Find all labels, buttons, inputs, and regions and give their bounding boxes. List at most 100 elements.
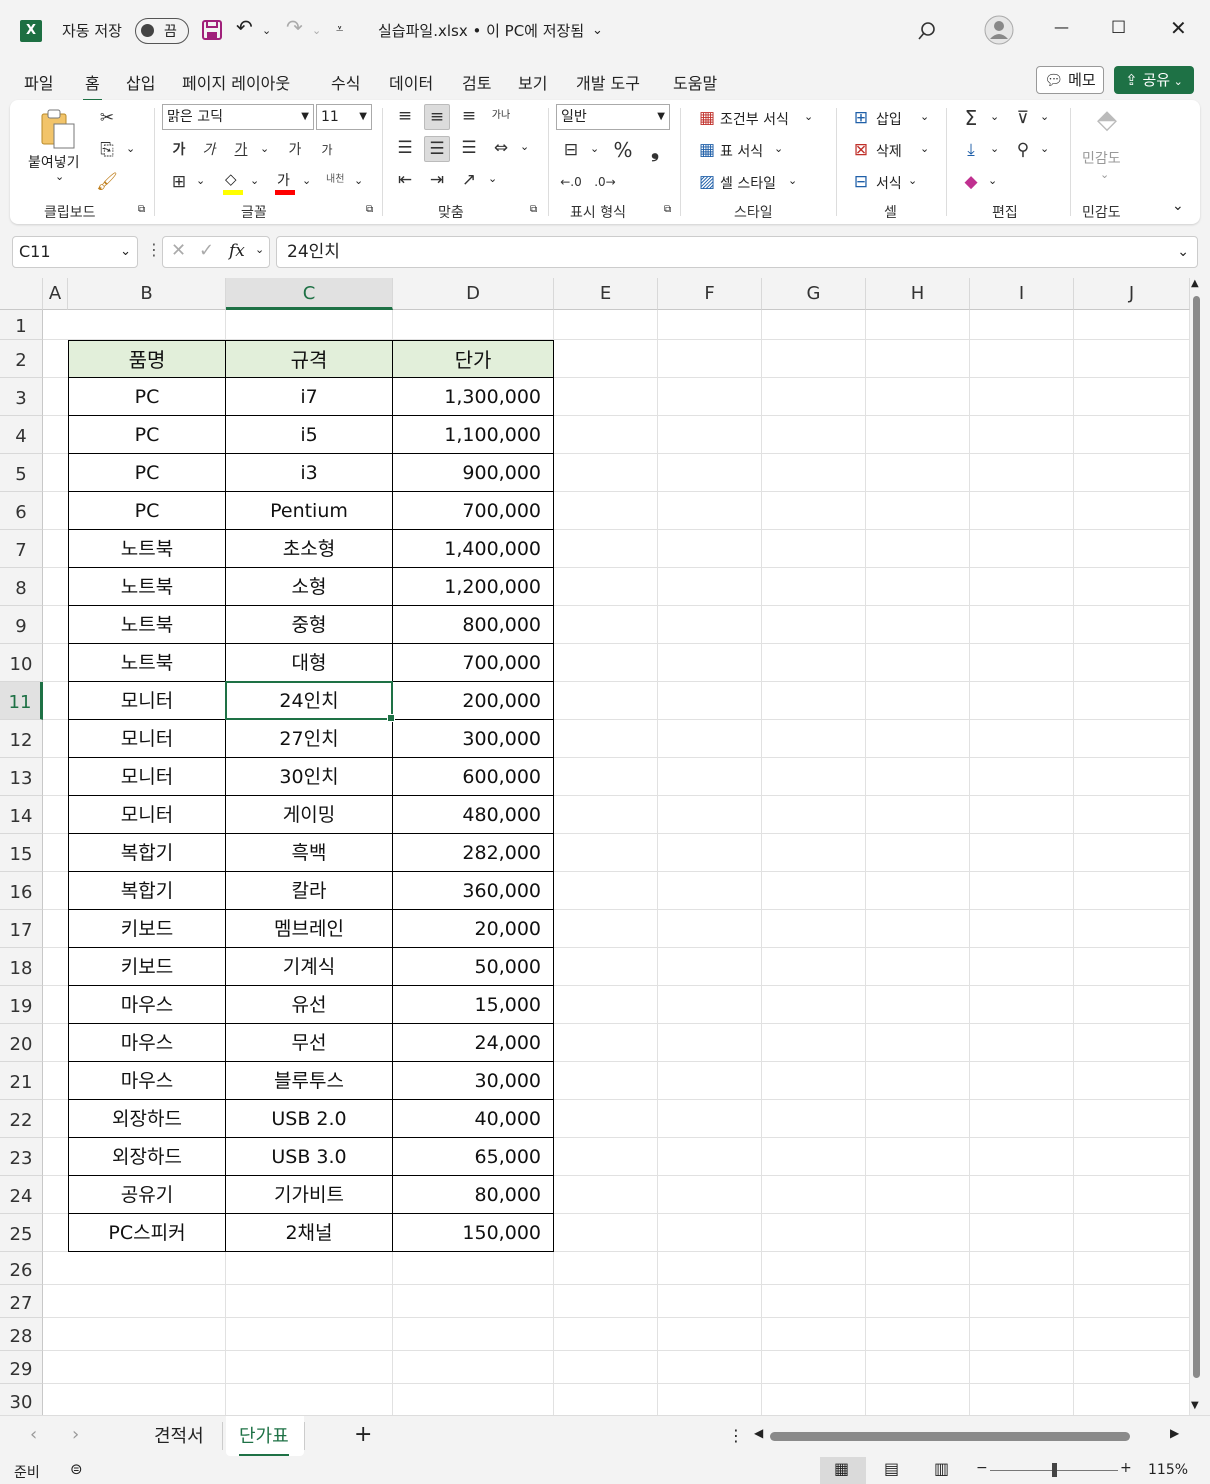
accessibility-icon[interactable]: ⊜ <box>70 1460 83 1478</box>
tab-options-icon[interactable]: ⋮ <box>728 1426 744 1445</box>
table-cell[interactable]: 키보드 <box>68 910 226 948</box>
borders-icon[interactable]: ⊞ <box>166 170 192 196</box>
table-cell[interactable]: i3 <box>226 454 393 492</box>
clear-dropdown-icon[interactable]: ⌄ <box>988 174 997 187</box>
font-launcher-icon[interactable]: ⧉ <box>366 204 373 215</box>
table-cell[interactable]: 노트북 <box>68 568 226 606</box>
table-cell[interactable]: USB 2.0 <box>226 1100 393 1138</box>
row-header[interactable]: 28 <box>0 1318 43 1351</box>
table-cell[interactable]: 모니터 <box>68 682 226 720</box>
redo-dropdown-icon[interactable]: ⌄ <box>312 24 321 37</box>
format-cells-button[interactable]: ⊟ 서식 ⌄ <box>848 170 938 196</box>
table-cell[interactable]: 모니터 <box>68 796 226 834</box>
table-cell[interactable]: 30인치 <box>226 758 393 796</box>
sensitivity-dropdown-icon[interactable]: ⌄ <box>1100 168 1109 181</box>
table-cell[interactable]: 300,000 <box>393 720 554 758</box>
save-icon[interactable] <box>201 19 223 41</box>
table-cell[interactable]: 1,100,000 <box>393 416 554 454</box>
close-icon[interactable]: ✕ <box>1170 16 1187 40</box>
next-sheet-icon[interactable]: › <box>72 1424 79 1445</box>
increase-indent-icon[interactable]: ⇥ <box>424 168 450 194</box>
scroll-up-icon[interactable]: ▲ <box>1191 278 1199 289</box>
table-cell[interactable]: 노트북 <box>68 606 226 644</box>
row-header[interactable]: 1 <box>0 310 43 340</box>
find-dropdown-icon[interactable]: ⌄ <box>1040 142 1049 155</box>
table-cell[interactable]: 20,000 <box>393 910 554 948</box>
fill-color-dropdown-icon[interactable]: ⌄ <box>250 174 259 187</box>
formula-input[interactable]: 24인치 ⌄ <box>276 236 1198 268</box>
tab-home[interactable]: 홈 <box>83 70 102 102</box>
zoom-level[interactable]: 115% <box>1148 1462 1188 1478</box>
zoom-in-button[interactable]: + <box>1120 1460 1132 1476</box>
table-cell[interactable]: 80,000 <box>393 1176 554 1214</box>
bold-icon[interactable]: 가 <box>166 138 192 164</box>
table-cell[interactable]: 2채널 <box>226 1214 393 1252</box>
sensitivity-button[interactable]: 민감도 <box>1082 148 1121 168</box>
tab-data[interactable]: 데이터 <box>389 70 433 94</box>
active-cell-selection[interactable] <box>225 681 395 722</box>
align-bottom-icon[interactable]: ≡ <box>456 104 482 130</box>
italic-icon[interactable]: 가 <box>196 138 222 164</box>
row-header[interactable]: 17 <box>0 910 43 948</box>
tab-developer[interactable]: 개발 도구 <box>576 70 640 94</box>
share-button[interactable]: ⇪ 공유 ⌄ <box>1114 66 1194 94</box>
phonetic-icon[interactable]: 내천 <box>326 170 344 185</box>
table-cell[interactable]: 흑백 <box>226 834 393 872</box>
autosum-icon[interactable]: Σ <box>958 106 984 132</box>
customize-qat-icon[interactable]: ⩡ <box>336 22 343 37</box>
table-cell[interactable]: 소형 <box>226 568 393 606</box>
table-cell[interactable]: 200,000 <box>393 682 554 720</box>
table-cell[interactable]: 15,000 <box>393 986 554 1024</box>
collapse-ribbon-icon[interactable]: ⌄ <box>1172 198 1184 214</box>
column-header[interactable]: B <box>68 278 226 310</box>
undo-icon[interactable]: ↶ <box>236 15 253 39</box>
horizontal-scroll-thumb[interactable] <box>770 1432 1130 1441</box>
table-cell[interactable]: 키보드 <box>68 948 226 986</box>
number-launcher-icon[interactable]: ⧉ <box>664 204 671 215</box>
table-cell[interactable]: 480,000 <box>393 796 554 834</box>
underline-icon[interactable]: 가 <box>228 138 254 164</box>
table-cell[interactable]: 칼라 <box>226 872 393 910</box>
column-header[interactable]: C <box>226 278 393 310</box>
insert-cells-button[interactable]: ⊞ 삽입 ⌄ <box>848 106 938 132</box>
table-cell[interactable]: 외장하드 <box>68 1100 226 1138</box>
format-painter-icon[interactable]: 🖌︎ <box>94 170 120 196</box>
file-title[interactable]: 실습파일.xlsx • 이 PC에 저장됨 <box>378 20 584 41</box>
row-header[interactable]: 11 <box>0 682 43 720</box>
text-angle-icon[interactable]: ↗ <box>456 168 482 194</box>
align-center-icon[interactable]: ☰ <box>424 136 450 162</box>
row-header[interactable]: 21 <box>0 1062 43 1100</box>
find-select-icon[interactable]: ⚲ <box>1010 138 1036 164</box>
cell-styles-button[interactable]: ▨ 셀 스타일 ⌄ <box>694 170 824 196</box>
row-header[interactable]: 19 <box>0 986 43 1024</box>
row-header[interactable]: 16 <box>0 872 43 910</box>
row-header[interactable]: 20 <box>0 1024 43 1062</box>
increase-decimal-icon[interactable]: ←.0 <box>558 170 584 196</box>
column-header[interactable]: E <box>554 278 658 310</box>
account-avatar-icon[interactable] <box>984 15 1014 45</box>
column-header[interactable]: A <box>43 278 68 310</box>
table-cell[interactable]: PC <box>68 492 226 530</box>
row-header[interactable]: 3 <box>0 378 43 416</box>
insert-function-icon[interactable]: fx <box>229 241 245 261</box>
minimize-icon[interactable]: — <box>1054 18 1069 36</box>
decrease-decimal-icon[interactable]: .0→ <box>592 170 618 196</box>
font-size-select[interactable]: 11 ▼ <box>316 104 372 130</box>
row-header[interactable]: 5 <box>0 454 43 492</box>
table-cell[interactable]: 282,000 <box>393 834 554 872</box>
decrease-indent-icon[interactable]: ⇤ <box>392 168 418 194</box>
orientation-icon[interactable]: 가나 <box>488 104 514 130</box>
table-cell[interactable]: 노트북 <box>68 644 226 682</box>
row-header[interactable]: 9 <box>0 606 43 644</box>
table-cell[interactable]: 유선 <box>226 986 393 1024</box>
tab-formulas[interactable]: 수식 <box>331 70 360 94</box>
row-header[interactable]: 2 <box>0 340 43 378</box>
autosave-toggle[interactable]: 끔 <box>135 18 189 44</box>
clear-icon[interactable]: ◆ <box>958 170 984 196</box>
fill-color-icon[interactable]: ◇ <box>220 170 246 196</box>
table-cell[interactable]: 복합기 <box>68 872 226 910</box>
page-break-view-icon[interactable]: ▥ <box>934 1459 949 1478</box>
cancel-icon[interactable]: ✕ <box>171 240 186 261</box>
table-cell[interactable]: 30,000 <box>393 1062 554 1100</box>
row-header[interactable]: 13 <box>0 758 43 796</box>
